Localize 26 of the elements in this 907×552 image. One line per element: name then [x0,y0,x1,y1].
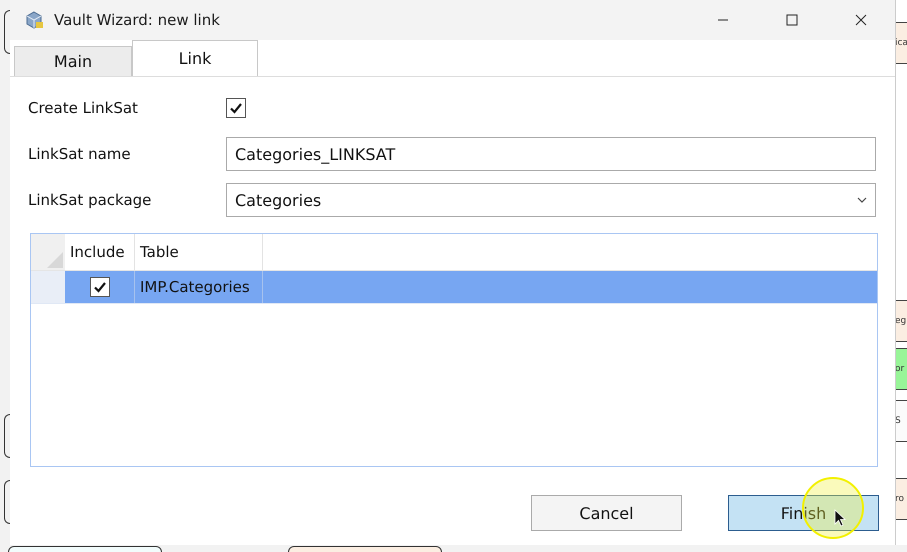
table-cell: IMP.Categories [140,278,250,296]
dialog-button[interactable]: Cancel [531,495,682,531]
window-title: Vault Wizard: new link [54,11,220,29]
diagram-node: ica [895,22,907,64]
field-label: Create LinkSat [28,99,139,117]
field-label: LinkSat package [28,191,152,209]
check-icon [92,280,106,294]
table-row[interactable]: IMP.Categories [31,271,877,304]
column-header[interactable]: Table [135,234,263,270]
check-icon [229,101,243,115]
diagram-node: ro [895,478,907,520]
dropdown[interactable]: Categories [226,183,876,217]
tab[interactable]: Link [132,40,258,76]
maximize-icon [786,14,798,26]
diagram-node: eg [895,300,907,342]
close-icon [854,14,866,26]
checkbox[interactable] [226,98,246,118]
chevron-down-icon [857,197,867,203]
tab[interactable]: Main [14,46,132,76]
field-label: LinkSat name [28,145,132,163]
column-header[interactable]: Include [65,234,135,270]
cursor-icon [834,509,846,527]
input-field[interactable]: Categories_LINKSAT [226,137,876,171]
select-all-icon[interactable] [47,252,63,268]
checkbox[interactable] [90,277,110,297]
cube-icon [24,10,44,30]
